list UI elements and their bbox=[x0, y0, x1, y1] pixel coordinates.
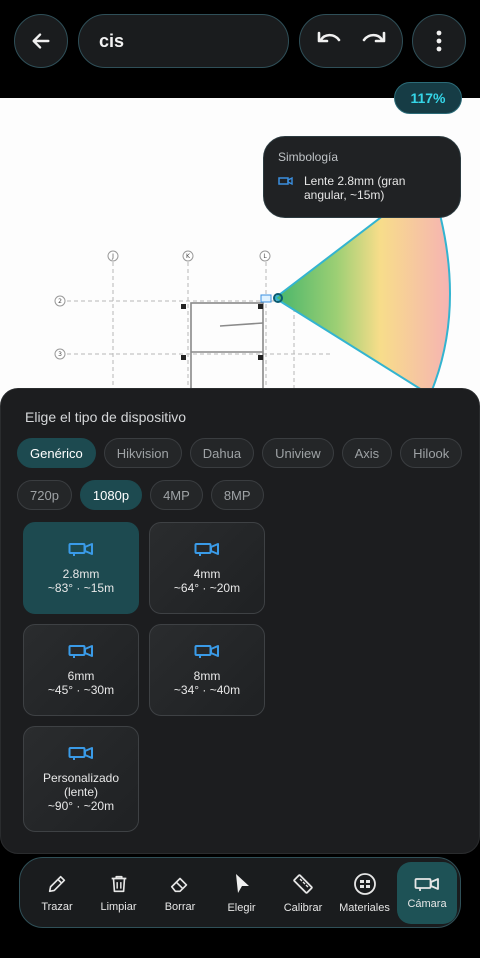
tool-borrar[interactable]: Borrar bbox=[151, 863, 209, 923]
bottom-toolbar: Trazar Limpiar Borrar Elegir Calibrar Ma… bbox=[19, 857, 461, 928]
camera-icon bbox=[68, 747, 93, 760]
camera-icon bbox=[68, 543, 93, 556]
lens-card-label: 4mm bbox=[193, 567, 221, 581]
camera-icon bbox=[278, 176, 293, 186]
legend-title: Simbología bbox=[278, 150, 339, 164]
camera-icon bbox=[194, 543, 219, 556]
lens-card-4mm[interactable]: 4mm ~64° · ~20m bbox=[149, 522, 265, 614]
undo-icon bbox=[317, 31, 340, 42]
brand-chip-hilook[interactable]: Hilook bbox=[400, 438, 463, 468]
tool-camara[interactable]: Cámara bbox=[397, 861, 457, 924]
resolution-chip-720p[interactable]: 720p bbox=[17, 480, 72, 510]
back-button[interactable] bbox=[14, 14, 68, 68]
lens-card-specs: ~34° · ~40m bbox=[173, 683, 241, 697]
brand-chip-axis[interactable]: Axis bbox=[341, 438, 393, 468]
project-title-text: cis bbox=[99, 30, 125, 51]
tool-trazar[interactable]: Trazar bbox=[28, 863, 86, 923]
lens-card-label: Personalizado bbox=[42, 771, 120, 785]
lens-card-label: 2.8mm bbox=[62, 567, 100, 581]
resolution-chip-8mp[interactable]: 8MP bbox=[210, 480, 264, 510]
tool-elegir[interactable]: Elegir bbox=[213, 863, 271, 923]
sheet-title: Elige el tipo de dispositivo bbox=[25, 409, 187, 425]
tool-label: Calibrar bbox=[283, 901, 323, 914]
tool-label: Cámara bbox=[407, 897, 447, 910]
lens-card-specs: ~45° · ~30m bbox=[47, 683, 115, 697]
tool-materiales[interactable]: Materiales bbox=[336, 863, 394, 923]
brand-chip-dahua[interactable]: Dahua bbox=[189, 438, 255, 468]
legend-item: Lente 2.8mm (gran angular, ~15m) bbox=[278, 174, 446, 202]
trash-icon bbox=[111, 875, 126, 892]
redo-button[interactable] bbox=[359, 28, 387, 55]
resolution-chips: 720p 1080p 4MP 8MP bbox=[17, 480, 463, 510]
tool-label: Limpiar bbox=[100, 900, 137, 913]
tool-label: Borrar bbox=[164, 900, 196, 913]
legend-item-label: Lente 2.8mm (gran angular, ~15m) bbox=[304, 174, 406, 202]
project-title[interactable]: cis bbox=[78, 14, 289, 68]
arrow-left-icon bbox=[32, 33, 50, 49]
materials-grid-icon bbox=[353, 872, 376, 895]
more-options-button[interactable] bbox=[412, 14, 466, 68]
resolution-chip-1080p[interactable]: 1080p bbox=[79, 480, 143, 510]
lens-card-label: 8mm bbox=[193, 669, 221, 683]
tool-label: Materiales bbox=[339, 901, 390, 914]
redo-icon bbox=[362, 31, 385, 42]
undo-button[interactable] bbox=[316, 28, 344, 55]
lens-card-specs: ~90° · ~20m bbox=[47, 799, 115, 813]
ruler-icon bbox=[293, 873, 313, 894]
tool-label: Trazar bbox=[41, 900, 73, 913]
undo-redo-group bbox=[299, 14, 403, 68]
grid-label-2: 2 bbox=[58, 298, 62, 305]
more-vertical-icon bbox=[436, 30, 442, 52]
lens-card-2-8mm[interactable]: 2.8mm ~83° · ~15m bbox=[23, 522, 139, 614]
lens-card-label-sub: (lente) bbox=[63, 785, 98, 799]
brand-chip-generico[interactable]: Genérico bbox=[17, 438, 96, 468]
grid-lines bbox=[60, 262, 330, 408]
lens-grid: 2.8mm ~83° · ~15m 4mm ~64° · ~20m 6mm ~4… bbox=[23, 522, 463, 832]
legend-panel: Simbología Lente 2.8mm (gran angular, ~1… bbox=[263, 136, 461, 218]
zoom-level-text: 117% bbox=[410, 90, 446, 106]
brand-chips: Genérico Hikvision Dahua Uniview Axis Hi… bbox=[17, 438, 463, 468]
zoom-level-badge[interactable]: 117% bbox=[394, 82, 462, 114]
eraser-icon bbox=[170, 877, 188, 892]
camera-icon bbox=[194, 645, 219, 658]
lens-card-specs: ~83° · ~15m bbox=[47, 581, 115, 595]
cursor-pointer-icon bbox=[235, 873, 249, 893]
brand-chip-uniview[interactable]: Uniview bbox=[262, 438, 334, 468]
lens-card-6mm[interactable]: 6mm ~45° · ~30m bbox=[23, 624, 139, 716]
device-type-sheet: Elige el tipo de dispositivo Genérico Hi… bbox=[0, 388, 480, 854]
resolution-chip-4mp[interactable]: 4MP bbox=[150, 480, 203, 510]
grid-label-j: J bbox=[111, 253, 114, 260]
camera-icon bbox=[414, 877, 439, 891]
lens-card-specs: ~64° · ~20m bbox=[173, 581, 241, 595]
brand-chip-hikvision[interactable]: Hikvision bbox=[103, 438, 182, 468]
lens-card-custom[interactable]: Personalizado (lente) ~90° · ~20m bbox=[23, 726, 139, 832]
lens-card-8mm[interactable]: 8mm ~34° · ~40m bbox=[149, 624, 265, 716]
tool-label: Elegir bbox=[227, 901, 256, 914]
tool-limpiar[interactable]: Limpiar bbox=[90, 863, 148, 923]
tool-calibrar[interactable]: Calibrar bbox=[274, 863, 332, 923]
lens-card-label: 6mm bbox=[67, 669, 95, 683]
camera-icon bbox=[68, 645, 93, 658]
grid-label-3: 3 bbox=[58, 351, 62, 358]
pencil-icon bbox=[48, 875, 66, 892]
